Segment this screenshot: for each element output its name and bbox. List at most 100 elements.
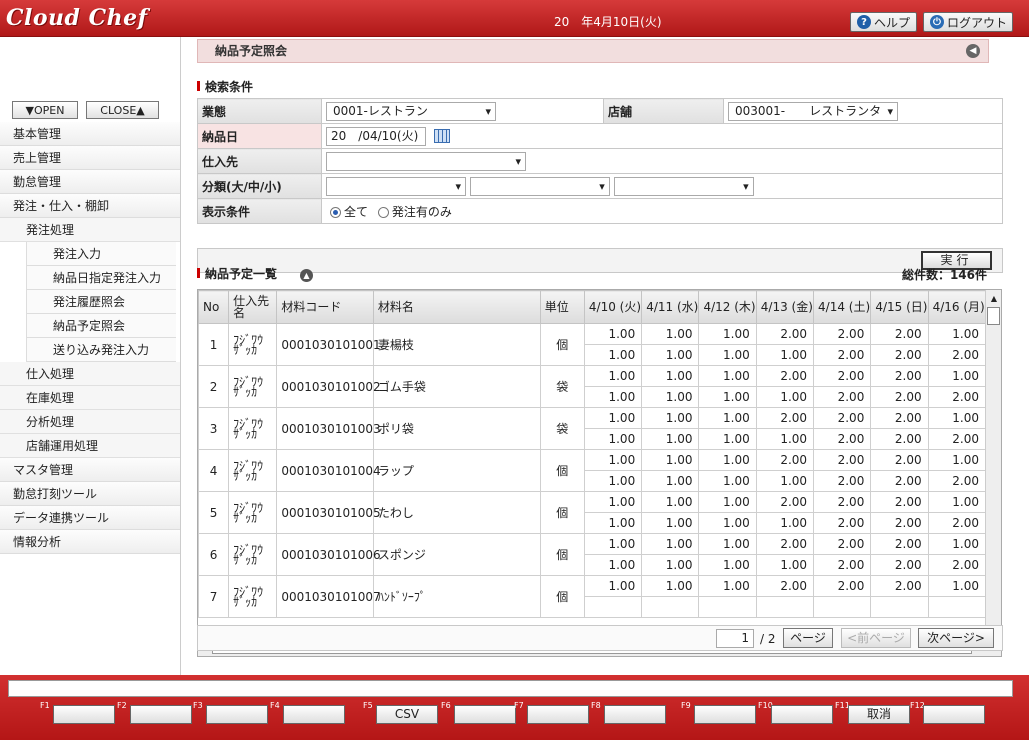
qty-cell: 2.00 [870, 575, 929, 597]
qty-cell: 1.00 [755, 512, 815, 534]
qty-cell: 1.00 [641, 386, 700, 408]
help-button[interactable]: ? ヘルプ [850, 12, 917, 32]
table-row[interactable]: 6 ﾌｼﾞﾜｳ ｻﾞｯｶ 0001030101006 スポンジ個 1.00 1.00 1.0… [198, 533, 987, 576]
material-code: 0001030101004 [276, 449, 381, 492]
app-header: Cloud Chef 20 年4月10日(火) ? ヘルプ ⏻ ログアウト [0, 0, 1029, 37]
page-number-input[interactable]: 1 [716, 629, 754, 648]
qty-cell: 1.00 [698, 575, 757, 597]
category-medium-select[interactable] [469, 176, 610, 196]
qty-cell: 2.00 [870, 554, 929, 576]
qty-cell: 1.00 [583, 575, 643, 597]
function-key-button[interactable] [527, 705, 589, 724]
category-large-select[interactable] [326, 176, 466, 196]
qty-cell: 1.00 [927, 365, 987, 387]
sidebar-item[interactable]: 発注・仕入・棚卸 [0, 194, 180, 218]
function-key-button[interactable]: 取消 [848, 705, 910, 724]
category-small-select[interactable] [613, 176, 754, 196]
qty-cell: 2.00 [813, 449, 872, 471]
qty-cell: 2.00 [870, 491, 929, 513]
function-key-button[interactable] [923, 705, 985, 724]
sidebar-item[interactable]: 在庫処理 [0, 386, 180, 410]
qty-cell: 1.00 [583, 533, 643, 555]
table-row[interactable]: 3 ﾌｼﾞﾜｳ ｻﾞｯｶ 0001030101003 ポリ袋袋 1.00 1.00 1.00… [198, 407, 987, 450]
collapse-icon[interactable]: ◀ [966, 44, 980, 58]
radio-ordered[interactable] [377, 206, 389, 218]
function-key-button[interactable] [454, 705, 516, 724]
supplier-select[interactable] [326, 151, 526, 171]
sidebar-item[interactable]: 発注入力 [26, 242, 176, 266]
radio-all[interactable] [330, 206, 341, 218]
qty-cell: 1.00 [927, 407, 987, 429]
option-ordered[interactable]: 発注有のみ [377, 205, 452, 219]
qty-cell: 1.00 [698, 344, 757, 366]
qty-cell: 2.00 [813, 533, 872, 555]
row-number: 3 [198, 407, 230, 450]
sidebar-item[interactable]: 売上管理 [0, 146, 180, 170]
logout-button[interactable]: ⏻ ログアウト [923, 12, 1013, 32]
next-page-button[interactable]: 次ページ> [918, 628, 994, 648]
qty-cell: 1.00 [698, 512, 757, 534]
table-row[interactable]: 4 ﾌｼﾞﾜｳ ｻﾞｯｶ 0001030101004 ラップ個 1.00 1.00 1.00… [198, 449, 987, 492]
qty-cell: 1.00 [583, 365, 643, 387]
collapse-up-icon[interactable]: ▲ [300, 269, 313, 282]
vertical-scroll-thumb[interactable] [987, 307, 1000, 325]
function-key-button[interactable] [53, 705, 115, 724]
table-row[interactable]: 5 ﾌｼﾞﾜｳ ｻﾞｯｶ 0001030101005 たわし個 1.00 1.00 1.00… [198, 491, 987, 534]
execute-row: 実行 [197, 248, 1003, 273]
function-key-button[interactable] [694, 705, 756, 724]
prev-page-button[interactable]: <前ページ [841, 628, 911, 648]
function-key-button[interactable] [771, 705, 833, 724]
table-row[interactable]: 7 ﾌｼﾞﾜｳ ｻﾞｯｶ 0001030101007 ﾊﾝﾄﾞｿｰﾌﾟ個 1.00 1.0… [198, 575, 987, 618]
function-key-button[interactable] [283, 705, 345, 724]
sidebar-item[interactable]: 情報分析 [0, 530, 180, 554]
sidebar-item[interactable]: 発注処理 [0, 218, 180, 242]
vertical-scrollbar[interactable]: ▲ ▼ [985, 290, 1001, 656]
qty-cell: 1.00 [755, 428, 815, 450]
qty-cell [583, 596, 643, 618]
logout-label: ログアウト [947, 15, 1008, 30]
sidebar-item[interactable]: 勤怠打刻ツール [0, 482, 180, 506]
qty-cell: 2.00 [813, 470, 872, 492]
function-key-button[interactable] [206, 705, 268, 724]
function-key-label: F9 [681, 701, 691, 710]
sidebar-item[interactable]: 送り込み発注入力 [26, 338, 176, 362]
qty-cell: 2.00 [813, 575, 872, 597]
table-row[interactable]: 1 ﾌｼﾞﾜｳ ｻﾞｯｶ 0001030101001 妻楊枝個 1.00 1.00 1.00… [198, 323, 987, 366]
function-key-button[interactable] [604, 705, 666, 724]
scroll-up-icon[interactable]: ▲ [986, 292, 1001, 306]
page-go-button[interactable]: ページ [783, 628, 833, 648]
sidebar-item[interactable]: マスタ管理 [0, 458, 180, 482]
sidebar-item[interactable]: 店舗運用処理 [0, 434, 180, 458]
store-select[interactable]: 003001- レストランタ [728, 101, 898, 121]
close-menu-button[interactable]: CLOSE▲ [86, 101, 159, 119]
sidebar-item[interactable]: 仕入処理 [0, 362, 180, 386]
sidebar-item[interactable]: 勤怠管理 [0, 170, 180, 194]
delivery-date-input[interactable]: 20 /04/10(火) [326, 126, 426, 146]
function-key-button[interactable] [130, 705, 192, 724]
sidebar-item[interactable]: 納品予定照会 [26, 314, 176, 338]
qty-cell [927, 596, 987, 618]
function-key-button[interactable]: CSV [376, 705, 438, 724]
calendar-icon[interactable] [433, 129, 450, 143]
qty-cell: 2.00 [870, 470, 929, 492]
sidebar-item[interactable]: 発注履歴照会 [26, 290, 176, 314]
col-date-1: 4/10 (火) [583, 290, 643, 324]
col-name: 材料名 [372, 290, 541, 324]
sidebar-item[interactable]: 分析処理 [0, 410, 180, 434]
qty-cell: 2.00 [870, 407, 929, 429]
option-all[interactable]: 全て [330, 205, 372, 219]
qty-cell: 1.00 [583, 470, 643, 492]
sidebar-item[interactable]: 基本管理 [0, 122, 180, 146]
qty-cell [870, 596, 929, 618]
qty-cell: 1.00 [583, 491, 643, 513]
open-menu-button[interactable]: ▼OPEN [12, 101, 78, 119]
function-key-label: F6 [441, 701, 451, 710]
sidebar-item[interactable]: データ連携ツール [0, 506, 180, 530]
business-select[interactable]: 0001-レストラン [326, 101, 496, 121]
qty-cell: 2.00 [813, 365, 872, 387]
material-code: 0001030101002 [276, 365, 381, 408]
sidebar-item[interactable]: 納品日指定発注入力 [26, 266, 176, 290]
table-row[interactable]: 2 ﾌｼﾞﾜｳ ｻﾞｯｶ 0001030101002 ゴム手袋袋 1.00 1.00 1.0… [198, 365, 987, 408]
qty-cell: 1.00 [641, 533, 700, 555]
qty-cell: 2.00 [755, 449, 815, 471]
